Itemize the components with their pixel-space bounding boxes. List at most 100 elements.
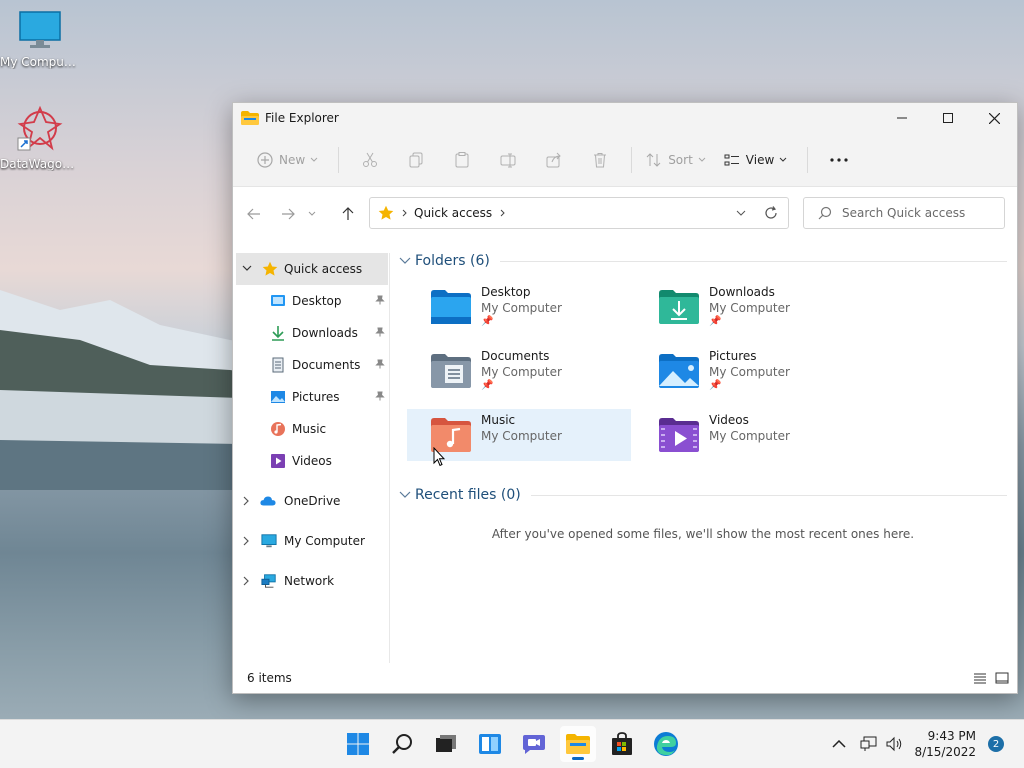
sidebar-item-my-computer[interactable]: My Computer — [233, 525, 389, 557]
rename-button[interactable] — [491, 144, 525, 176]
paste-button[interactable] — [445, 144, 479, 176]
recent-locations-button[interactable] — [301, 197, 323, 231]
sidebar-item-onedrive[interactable]: OneDrive — [233, 485, 389, 517]
system-clock[interactable]: 9:43 PM 8/15/2022 — [914, 728, 976, 760]
folder-tile-downloads[interactable]: Downloads My Computer 📌 — [635, 281, 859, 333]
address-history-chevron-icon[interactable] — [736, 210, 746, 216]
file-explorer-taskbar-button[interactable] — [560, 726, 596, 762]
pin-icon: 📌 — [709, 380, 722, 391]
new-button[interactable]: New — [251, 144, 330, 176]
close-button[interactable] — [971, 103, 1017, 133]
store-button[interactable] — [604, 726, 640, 762]
navigation-pane: Quick access Desktop Downloads Documents… — [233, 253, 390, 663]
chevron-right-icon — [500, 209, 505, 217]
search-input[interactable] — [840, 205, 994, 221]
document-icon — [272, 357, 284, 373]
folder-name: Videos — [709, 413, 749, 427]
minimize-button[interactable] — [879, 103, 925, 133]
search-button[interactable] — [384, 726, 420, 762]
sidebar-item-desktop[interactable]: Desktop — [233, 285, 389, 317]
videos-folder-icon — [659, 418, 699, 452]
details-view-icon[interactable] — [973, 672, 987, 684]
folders-group-header[interactable]: Folders (6) — [399, 253, 1007, 269]
arrow-right-icon — [282, 208, 295, 220]
desktop-icon-label: My Computer — [0, 55, 80, 69]
chevron-up-icon[interactable] — [832, 740, 846, 748]
sidebar-item-network[interactable]: Network — [233, 565, 389, 597]
folder-tile-documents[interactable]: Documents My Computer 📌 — [407, 345, 631, 397]
close-icon — [988, 112, 1000, 124]
folder-icon — [566, 734, 590, 754]
large-icons-view-icon[interactable] — [995, 672, 1009, 684]
sidebar-item-quick-access[interactable]: Quick access — [236, 253, 388, 285]
clock-time: 9:43 PM — [927, 729, 976, 743]
folder-location: My Computer — [481, 429, 562, 443]
picture-icon — [271, 391, 285, 403]
notification-badge[interactable]: 2 — [988, 736, 1004, 752]
status-bar: 6 items — [233, 663, 1017, 693]
edge-button[interactable] — [648, 726, 684, 762]
cut-button[interactable] — [353, 144, 387, 176]
recent-files-group-header[interactable]: Recent files (0) — [399, 487, 1007, 503]
desktop-folder-icon — [271, 295, 285, 306]
breadcrumb-quick-access[interactable]: Quick access — [414, 206, 492, 220]
taskbar: 9:43 PM 8/15/2022 2 — [0, 719, 1024, 768]
refresh-icon[interactable] — [764, 206, 778, 220]
sidebar-item-label: My Computer — [284, 534, 365, 548]
widgets-button[interactable] — [472, 726, 508, 762]
download-arrow-icon — [272, 326, 284, 341]
sidebar-item-documents[interactable]: Documents — [233, 349, 389, 381]
task-view-icon — [436, 735, 456, 752]
arrow-up-icon — [342, 207, 354, 220]
copy-button[interactable] — [399, 144, 433, 176]
content-pane: Folders (6) Desktop My Computer 📌 Downlo… — [399, 241, 1007, 663]
desktop-icon-datawagon[interactable]: DataWagon... — [0, 104, 80, 171]
volume-icon[interactable] — [886, 736, 904, 752]
folder-tile-desktop[interactable]: Desktop My Computer 📌 — [407, 281, 631, 333]
sidebar-item-pictures[interactable]: Pictures — [233, 381, 389, 413]
sidebar-item-music[interactable]: Music — [233, 413, 389, 445]
network-status-icon[interactable] — [860, 736, 878, 752]
sort-icon — [646, 152, 661, 167]
title-bar[interactable]: File Explorer — [233, 103, 1017, 133]
chat-button[interactable] — [516, 726, 552, 762]
folder-tile-videos[interactable]: Videos My Computer — [635, 409, 859, 461]
start-button[interactable] — [340, 726, 376, 762]
chevron-down-icon[interactable] — [242, 265, 254, 271]
search-box[interactable] — [803, 197, 1005, 229]
sidebar-item-downloads[interactable]: Downloads — [233, 317, 389, 349]
task-view-button[interactable] — [428, 726, 464, 762]
view-button[interactable]: View — [718, 144, 799, 176]
star-icon — [378, 205, 394, 220]
chevron-right-icon[interactable] — [243, 576, 255, 586]
desktop-icon-my-computer[interactable]: My Computer — [0, 10, 80, 69]
maximize-button[interactable] — [925, 103, 971, 133]
folder-tile-pictures[interactable]: Pictures My Computer 📌 — [635, 345, 859, 397]
pin-icon — [375, 390, 385, 404]
documents-folder-icon — [431, 354, 471, 388]
desktop-icon-label: DataWagon... — [0, 157, 80, 171]
sidebar-item-label: Videos — [292, 454, 332, 468]
chevron-right-icon — [402, 209, 407, 217]
view-list-icon — [724, 154, 739, 165]
explorer-body: Quick access Desktop Downloads Documents… — [233, 241, 1017, 693]
more-options-button[interactable] — [822, 144, 856, 176]
address-bar[interactable]: Quick access — [369, 197, 789, 229]
recent-files-group-title: Recent files (0) — [415, 487, 521, 503]
share-button[interactable] — [537, 144, 571, 176]
sort-button[interactable]: Sort — [640, 144, 718, 176]
network-icon — [261, 574, 276, 588]
sidebar-item-videos[interactable]: Videos — [233, 445, 389, 477]
folder-location: My Computer — [709, 365, 790, 379]
forward-button[interactable] — [271, 197, 305, 231]
file-explorer-window: File Explorer New Sort View Quick access… — [232, 102, 1018, 694]
chevron-right-icon[interactable] — [243, 496, 255, 506]
new-label: New — [279, 152, 306, 167]
separator — [807, 146, 809, 173]
system-tray — [832, 720, 904, 768]
back-button[interactable] — [237, 197, 271, 231]
up-button[interactable] — [331, 197, 365, 231]
sidebar-item-label: Network — [284, 574, 335, 588]
chevron-right-icon[interactable] — [243, 536, 255, 546]
delete-button[interactable] — [583, 144, 617, 176]
